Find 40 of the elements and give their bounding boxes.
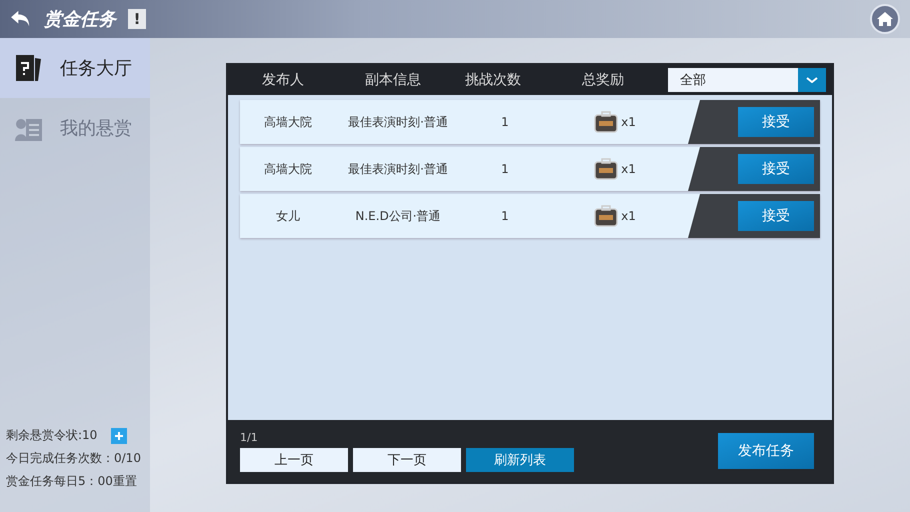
pager-button[interactable]: 下一页 xyxy=(353,448,461,472)
pager-button[interactable]: 上一页 xyxy=(240,448,348,472)
accept-button[interactable]: 接受 xyxy=(738,201,814,231)
stat-text: 剩余悬赏令状:10 xyxy=(6,427,98,444)
sidebar-tab[interactable]: 任务大厅 xyxy=(0,38,150,98)
filter-dropdown[interactable]: 全部 xyxy=(668,68,826,92)
reward-count: x1 xyxy=(621,209,636,223)
table-cell-text: 1 xyxy=(500,209,510,223)
page-title: 赏金任务 xyxy=(44,8,116,31)
table-cell-text: 女儿 xyxy=(275,208,301,224)
publish-button[interactable]: 发布任务 xyxy=(718,433,814,469)
pager-button[interactable]: 刷新列表 xyxy=(466,448,574,472)
stat-text: 赏金任务每日5：00重置 xyxy=(6,473,137,490)
table-cell-text: 最佳表演时刻·普通 xyxy=(347,160,449,178)
column-header: 总奖励 xyxy=(581,71,625,89)
add-icon[interactable] xyxy=(111,428,128,444)
stat-text: 今日完成任务次数：0/10 xyxy=(6,450,141,467)
back-icon[interactable] xyxy=(10,10,32,28)
table-cell-text: 1 xyxy=(500,162,510,176)
card-icon xyxy=(14,53,44,83)
table-cell-text: N.E.D公司·普通 xyxy=(354,208,442,224)
table-cell-text: 1 xyxy=(500,115,510,129)
accept-button[interactable]: 接受 xyxy=(738,107,814,137)
table-cell-text: 最佳表演时刻·普通 xyxy=(347,114,449,130)
sidebar-tab[interactable]: 我的悬赏 xyxy=(0,98,150,158)
reward-count: x1 xyxy=(621,162,636,176)
table-cell-text: 高墙大院 xyxy=(263,114,313,130)
suitcase-icon xyxy=(594,111,618,133)
column-header: 发布人 xyxy=(261,71,305,89)
table-cell-text: 高墙大院 xyxy=(263,160,313,178)
suitcase-icon xyxy=(594,158,618,180)
reward-count: x1 xyxy=(621,115,636,129)
accept-button[interactable]: 接受 xyxy=(738,154,814,184)
column-header: 副本信息 xyxy=(364,71,422,89)
home-icon[interactable] xyxy=(870,4,900,34)
caret-icon xyxy=(806,77,818,83)
column-header: 挑战次数 xyxy=(464,71,522,89)
info-button[interactable]: ! xyxy=(128,9,146,29)
page-indicator: 1/1 xyxy=(240,430,259,444)
suitcase-icon xyxy=(594,205,618,227)
